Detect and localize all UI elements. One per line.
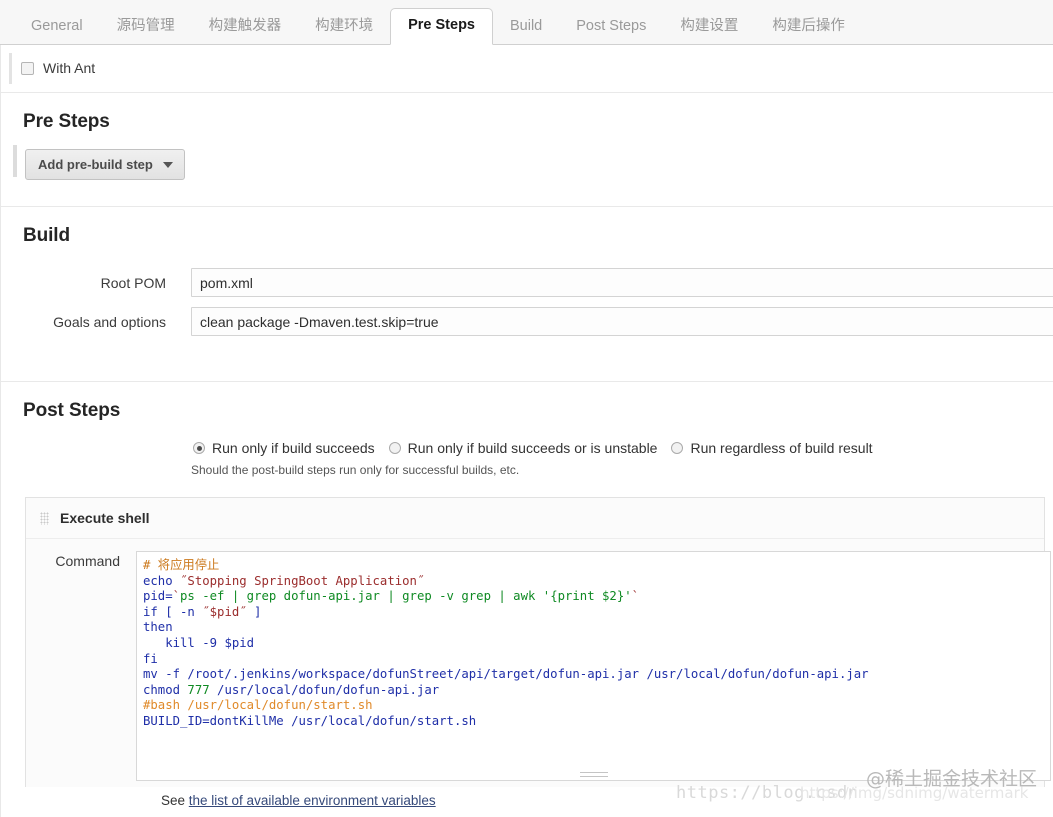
goals-options-input[interactable] [191,307,1053,336]
tab-build-triggers[interactable]: 构建触发器 [192,10,299,45]
chevron-down-icon [163,162,173,168]
post-steps-title: Post Steps [1,382,1053,432]
command-label: Command [26,551,136,781]
tab-general[interactable]: General [14,10,100,45]
execute-shell-panel: Execute shell Command # 将应用停止echo ˝Stopp… [25,497,1045,787]
pre-steps-section: Pre Steps Add pre-build step [1,93,1053,207]
pre-steps-title: Pre Steps [1,93,1053,143]
command-textarea[interactable]: # 将应用停止echo ˝Stopping SpringBoot Applica… [136,551,1051,781]
execute-shell-title: Execute shell [60,510,150,526]
radio-succeeds-label: Run only if build succeeds [212,440,375,456]
radio-regardless-icon[interactable] [671,442,683,454]
see-prefix: See [161,793,189,808]
tab-post-build-actions[interactable]: 构建后操作 [755,10,862,45]
radio-option-succeeds[interactable]: Run only if build succeeds [193,440,375,456]
tab-post-steps[interactable]: Post Steps [559,10,663,45]
with-ant-row: With Ant [1,45,1053,93]
tab-build[interactable]: Build [493,10,559,45]
with-ant-checkbox[interactable] [21,62,34,75]
command-row: Command # 将应用停止echo ˝Stopping SpringBoot… [26,539,1044,781]
goals-options-label: Goals and options [1,314,191,330]
radio-regardless-label: Run regardless of build result [690,440,872,456]
root-pom-input[interactable] [191,268,1053,297]
execute-shell-header: Execute shell [26,498,1044,539]
build-section: Build Root POM Goals and options [1,207,1053,382]
env-variables-link[interactable]: the list of available environment variab… [189,793,436,808]
radio-succeeds-or-unstable-label: Run only if build succeeds or is unstabl… [408,440,658,456]
row-accent-bar [9,53,12,84]
root-pom-label: Root POM [1,275,191,291]
radio-option-regardless[interactable]: Run regardless of build result [671,440,872,456]
config-tab-bar: General 源码管理 构建触发器 构建环境 Pre Steps Build … [0,0,1053,45]
tab-source-management[interactable]: 源码管理 [100,10,192,45]
radio-succeeds-icon[interactable] [193,442,205,454]
goals-options-row: Goals and options [1,302,1053,341]
textarea-resize-grip[interactable] [580,772,608,777]
jenkins-job-config-page: General 源码管理 构建触发器 构建环境 Pre Steps Build … [0,0,1053,817]
add-pre-build-step-wrap: Add pre-build step [1,143,1053,206]
config-body: With Ant Pre Steps Add pre-build step Bu… [0,45,1053,817]
build-fields: Root POM Goals and options [1,257,1053,381]
tab-build-settings[interactable]: 构建设置 [663,10,755,45]
radio-succeeds-or-unstable-icon[interactable] [389,442,401,454]
post-steps-section: Post Steps Run only if build succeeds Ru… [1,382,1053,787]
add-pre-build-step-label: Add pre-build step [38,157,153,172]
root-pom-row: Root POM [1,263,1053,302]
build-title: Build [1,207,1053,257]
add-pre-build-step-button[interactable]: Add pre-build step [25,149,185,180]
tab-build-environment[interactable]: 构建环境 [298,10,390,45]
post-steps-hint: Should the post-build steps run only for… [1,456,1053,491]
tab-pre-steps[interactable]: Pre Steps [390,8,493,45]
command-code[interactable]: # 将应用停止echo ˝Stopping SpringBoot Applica… [137,552,1050,730]
button-accent-bar [13,145,17,177]
env-variables-line: See the list of available environment va… [26,781,1044,808]
post-steps-radio-group: Run only if build succeeds Run only if b… [1,432,1053,456]
with-ant-label: With Ant [43,60,95,76]
radio-option-succeeds-or-unstable[interactable]: Run only if build succeeds or is unstabl… [389,440,658,456]
drag-handle-icon[interactable] [40,512,49,525]
